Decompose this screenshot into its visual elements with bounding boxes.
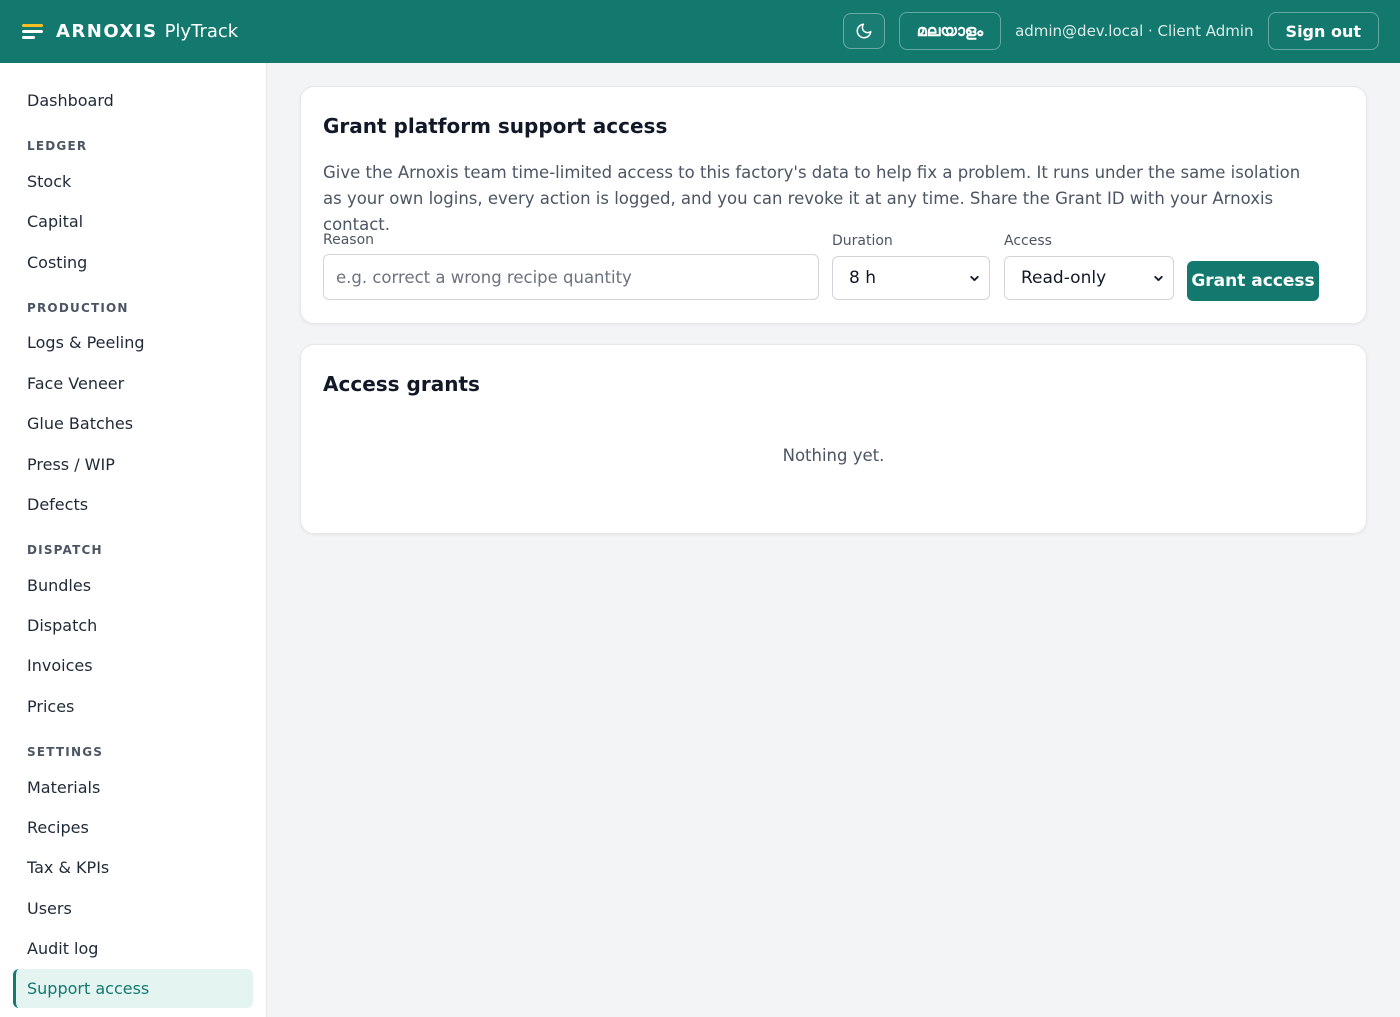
sidebar-item-logs-peeling[interactable]: Logs & Peeling [27, 333, 145, 352]
chevron-down-icon [970, 275, 979, 282]
sidebar-item-press-wip[interactable]: Press / WIP [27, 455, 115, 474]
description: Give the Arnoxis team time-limited acces… [323, 163, 1301, 234]
access-select[interactable]: Read-only [1004, 256, 1174, 300]
top-bar: ARNOXIS PlyTrack മലയാളം admin@dev.local … [0, 0, 1400, 63]
sidebar-section-dispatch: DISPATCH [27, 543, 103, 557]
sidebar-item-invoices[interactable]: Invoices [27, 656, 93, 675]
moon-icon [856, 23, 872, 39]
sidebar-section-settings: SETTINGS [27, 745, 104, 759]
grant-access-button[interactable]: Grant access [1187, 261, 1319, 301]
theme-toggle-button[interactable] [842, 13, 885, 49]
sidebar-item-dashboard[interactable]: Dashboard [27, 91, 114, 110]
sidebar-item-costing[interactable]: Costing [27, 253, 87, 272]
access-label: Access [1004, 233, 1052, 249]
reason-input[interactable]: e.g. correct a wrong recipe quantity [323, 254, 819, 300]
logo-icon [22, 23, 43, 41]
sidebar-item-prices[interactable]: Prices [27, 697, 74, 716]
sidebar-item-tax-kpis[interactable]: Tax & KPIs [27, 858, 109, 877]
grant-access-card: Grant platform support access Give the A… [300, 86, 1367, 324]
user-info: admin@dev.local · Client Admin [1015, 22, 1254, 40]
sidebar-item-dispatch[interactable]: Dispatch [27, 616, 97, 635]
sidebar-item-capital[interactable]: Capital [27, 212, 83, 231]
sidebar-item-stock[interactable]: Stock [27, 172, 71, 191]
sidebar-item-defects[interactable]: Defects [27, 495, 88, 514]
sidebar-item-face-veneer[interactable]: Face Veneer [27, 374, 124, 393]
empty-state: Nothing yet. [782, 446, 885, 465]
brand[interactable]: ARNOXIS PlyTrack [22, 21, 238, 42]
sidebar-item-label: Support access [27, 979, 150, 998]
sidebar-item-recipes[interactable]: Recipes [27, 818, 89, 837]
duration-value: 8 h [849, 268, 876, 288]
card-title: Grant platform support access [323, 114, 668, 138]
brand-name: ARNOXIS [56, 21, 158, 42]
sidebar: Dashboard LEDGER Stock Capital Costing P… [0, 63, 267, 1017]
reason-placeholder: e.g. correct a wrong recipe quantity [336, 267, 632, 287]
sign-out-button[interactable]: Sign out [1267, 12, 1379, 50]
duration-label: Duration [832, 233, 893, 249]
product-name: PlyTrack [164, 21, 239, 42]
card-title: Access grants [323, 372, 480, 396]
sidebar-section-production: PRODUCTION [27, 301, 129, 315]
access-value: Read-only [1021, 268, 1107, 288]
language-button[interactable]: മലയാളം [898, 12, 1002, 50]
sidebar-item-materials[interactable]: Materials [27, 778, 100, 797]
sidebar-item-bundles[interactable]: Bundles [27, 576, 91, 595]
sidebar-item-users[interactable]: Users [27, 899, 72, 918]
chevron-down-icon [1154, 275, 1163, 282]
access-grants-card: Access grants Nothing yet. [300, 344, 1367, 534]
sidebar-section-ledger: LEDGER [27, 139, 88, 153]
sidebar-item-glue-batches[interactable]: Glue Batches [27, 414, 133, 433]
reason-label: Reason [323, 232, 375, 248]
sidebar-item-support-access[interactable]: Support access [13, 969, 253, 1008]
duration-select[interactable]: 8 h [832, 256, 990, 300]
sidebar-item-audit-log[interactable]: Audit log [27, 939, 98, 958]
